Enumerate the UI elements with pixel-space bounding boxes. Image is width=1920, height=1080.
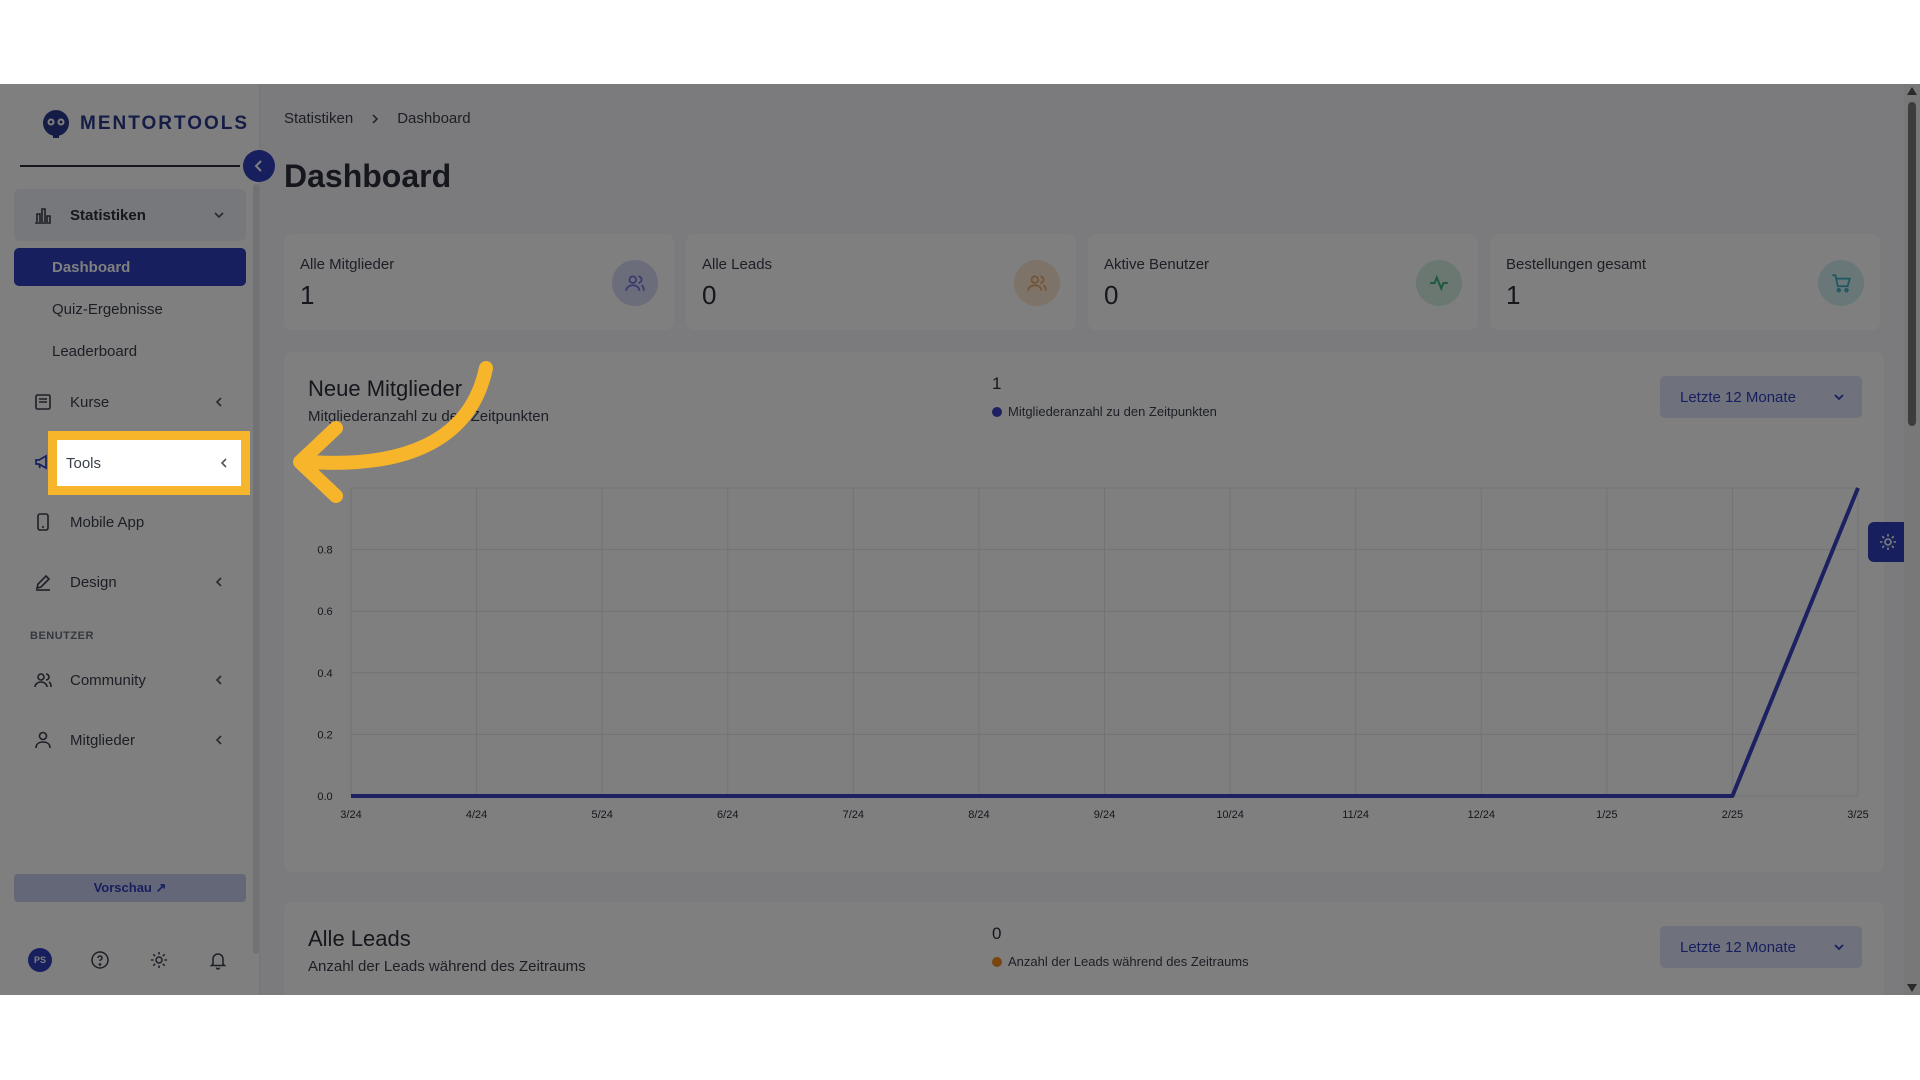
- tutorial-arrow-icon: [293, 361, 493, 503]
- app-window: MENTORTOOLS Statistiken Dashboard Quiz-E…: [0, 84, 1920, 995]
